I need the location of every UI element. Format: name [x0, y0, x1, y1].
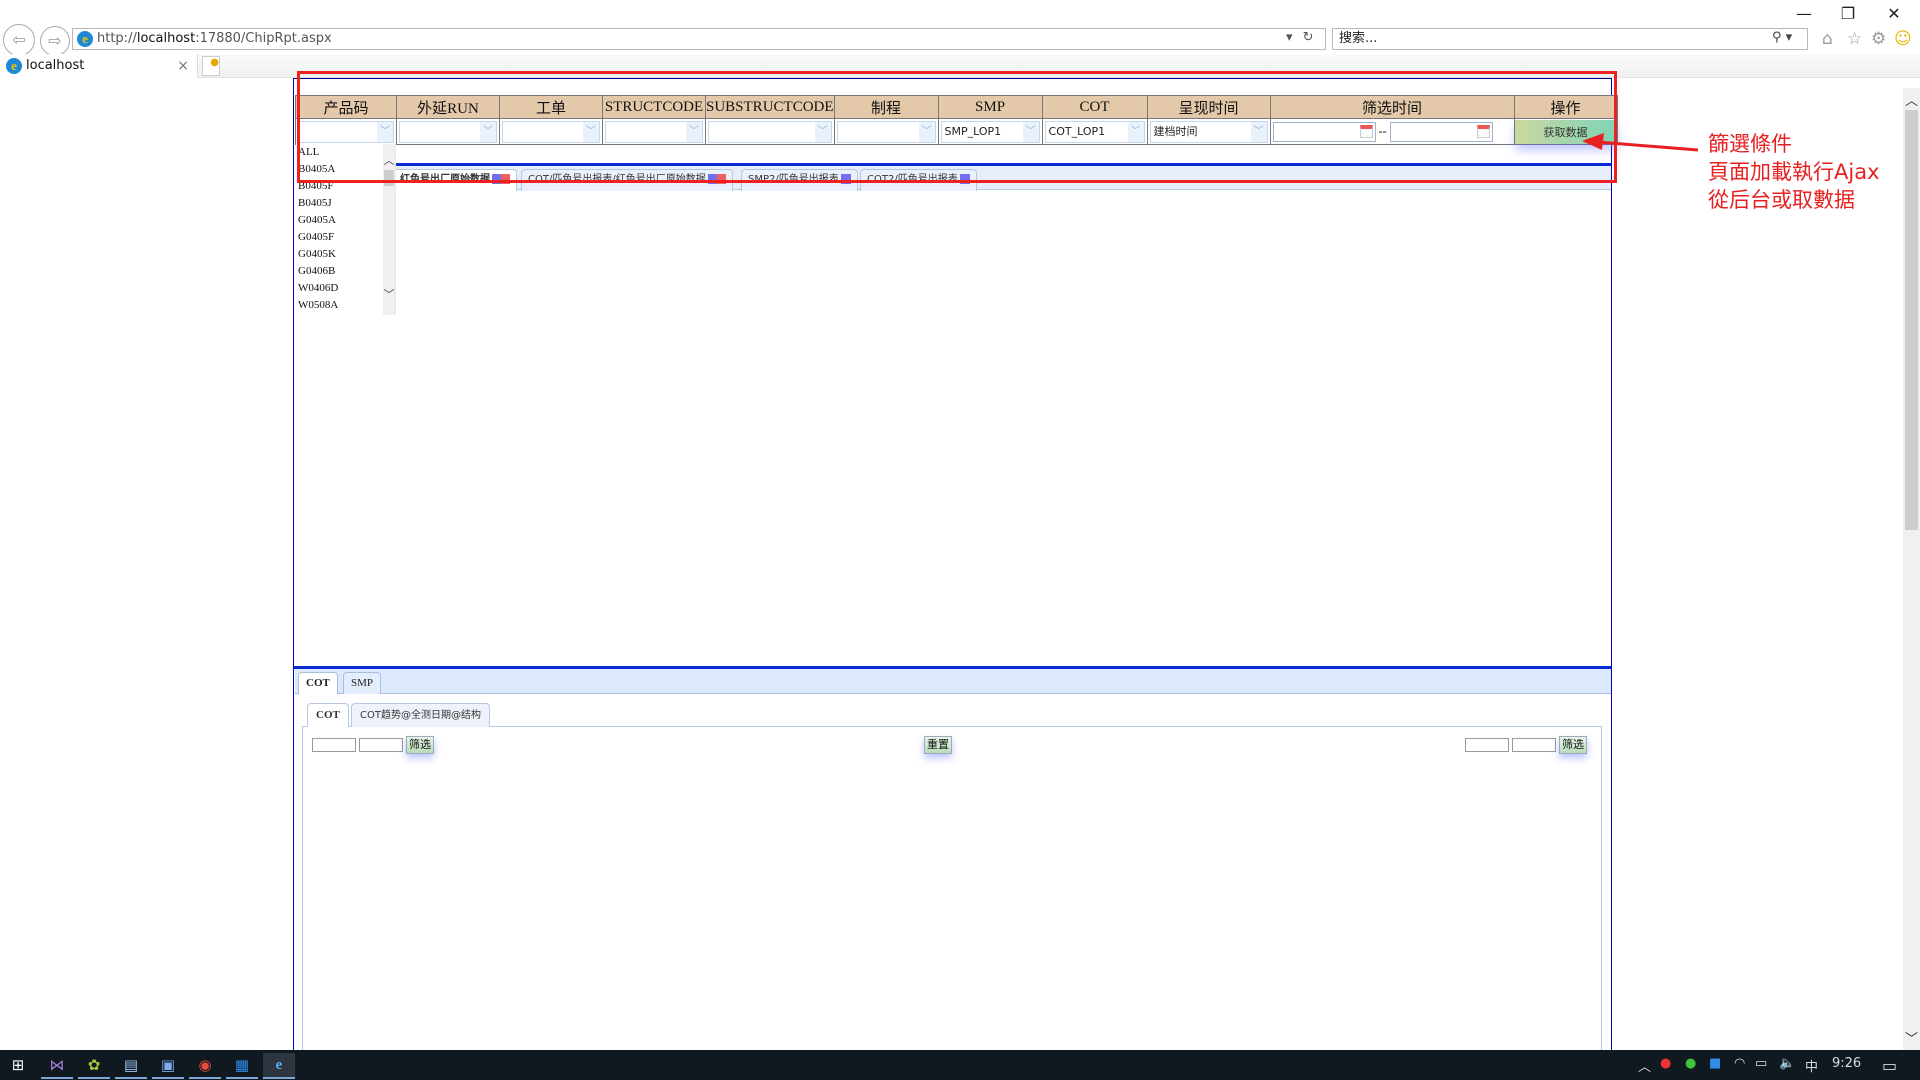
annotation-line: 從后台或取數据 — [1708, 188, 1855, 212]
feedback-smiley-icon[interactable]: ☺ — [1894, 29, 1912, 49]
annotation-line: 頁面加載執行Ajax — [1708, 160, 1880, 184]
forward-icon: ⇨ — [48, 31, 62, 50]
chrome-icon[interactable]: ◉ — [189, 1053, 221, 1077]
forward-button[interactable]: ⇨ — [40, 26, 70, 56]
remote-desktop-icon[interactable]: ▣ — [152, 1053, 184, 1077]
close-tab-icon[interactable]: × — [177, 54, 189, 78]
minimize-button[interactable]: — — [1786, 4, 1822, 23]
dropdown-option[interactable]: G0406B — [296, 263, 395, 280]
right-filter-max-input[interactable] — [1512, 738, 1556, 752]
search-placeholder: 搜索... — [1339, 31, 1378, 46]
back-button[interactable]: ⇦ — [3, 24, 35, 56]
search-box[interactable]: 搜索... — [1332, 28, 1808, 50]
annotation-arrow-icon — [1582, 133, 1699, 152]
back-icon: ⇦ — [12, 30, 26, 49]
page-scrollbar[interactable]: ︿ ﹀ — [1903, 88, 1920, 1050]
scroll-down-icon[interactable]: ﹀ — [383, 286, 395, 302]
wechat-icon[interactable]: ● — [1685, 1056, 1696, 1071]
annotation-text: 篩選條件 頁面加載執行Ajax 從后台或取數据 — [1708, 130, 1880, 214]
running-indicator — [189, 1077, 221, 1079]
close-window-button[interactable]: ✕ — [1876, 4, 1912, 23]
dropdown-option[interactable]: W0508A — [296, 297, 395, 314]
action-center-icon[interactable]: ▭ — [1882, 1056, 1897, 1075]
dropdown-option[interactable]: B0405J — [296, 195, 395, 212]
url-host: localhost — [136, 31, 196, 46]
url-path: :17880/ChipRpt.aspx — [195, 31, 332, 46]
bottom-tabs-bar — [295, 669, 1611, 694]
restore-button[interactable]: ❐ — [1830, 4, 1866, 23]
qq-icon[interactable]: ● — [1660, 1056, 1671, 1071]
dropdown-option[interactable]: G0405A — [296, 212, 395, 229]
show-hidden-icons-icon[interactable]: ︿ — [1638, 1056, 1651, 1075]
browser-tab[interactable]: e localhost × — [0, 54, 198, 78]
dropdown-option[interactable]: G0405K — [296, 246, 395, 263]
left-filter-min-input[interactable] — [312, 738, 356, 752]
scroll-down-icon[interactable]: ﹀ — [1903, 1028, 1920, 1047]
store-tray-icon[interactable]: ■ — [1709, 1056, 1721, 1071]
android-tool-icon[interactable]: ✿ — [78, 1053, 110, 1077]
ime-indicator[interactable]: 中 — [1805, 1056, 1818, 1075]
internet-explorer-icon[interactable]: e — [263, 1053, 295, 1077]
running-indicator — [226, 1077, 258, 1079]
address-dropdown-icon[interactable]: ▾ — [1286, 30, 1293, 45]
clock[interactable]: 9:26 — [1832, 1056, 1861, 1071]
left-filter-max-input[interactable] — [359, 738, 403, 752]
address-tools: ▾ ↻ — [1286, 30, 1314, 45]
running-indicator — [263, 1077, 295, 1079]
windows-start-icon[interactable]: ⊞ — [2, 1053, 34, 1077]
page-scroll-thumb[interactable] — [1905, 110, 1918, 530]
wifi-icon[interactable]: ◠ — [1734, 1056, 1745, 1071]
cot-panel — [302, 726, 1602, 1050]
favorites-star-icon[interactable]: ☆ — [1847, 29, 1862, 49]
reset-button[interactable]: 重置 — [924, 736, 952, 754]
left-filter-button[interactable]: 筛选 — [406, 736, 434, 754]
scroll-up-icon[interactable]: ︿ — [1903, 90, 1920, 109]
inner-tab-cot-trend[interactable]: COT趋势@全测日期@结构 — [351, 703, 490, 727]
running-indicator — [152, 1077, 184, 1079]
dropdown-option[interactable]: G0405F — [296, 229, 395, 246]
settings-gear-icon[interactable]: ⚙ — [1871, 29, 1886, 49]
running-indicator — [115, 1077, 147, 1079]
new-tab-button[interactable]: ● — [202, 56, 220, 76]
notepad-icon[interactable]: ▤ — [115, 1053, 147, 1077]
right-filter-button[interactable]: 筛选 — [1559, 736, 1587, 754]
home-icon[interactable]: ⌂ — [1822, 29, 1833, 49]
address-bar[interactable]: e http://localhost:17880/ChipRpt.aspx — [72, 28, 1326, 50]
running-indicator — [78, 1077, 110, 1079]
new-tab-icon: ● — [210, 57, 219, 68]
search-icon: ⚲ ▾ — [1772, 30, 1793, 45]
battery-icon[interactable]: ▭ — [1755, 1056, 1767, 1071]
running-indicator — [41, 1077, 73, 1079]
bottom-tab-smp[interactable]: SMP — [343, 672, 382, 694]
search-button[interactable]: ⚲ ▾ — [1772, 30, 1792, 45]
volume-icon[interactable]: 🔈 — [1779, 1056, 1795, 1071]
ie-tab-icon: e — [6, 58, 22, 74]
right-filter-min-input[interactable] — [1465, 738, 1509, 752]
dropdown-option[interactable]: W0406D — [296, 280, 395, 297]
bottom-tab-cot[interactable]: COT — [298, 672, 338, 694]
url-prefix: http:// — [97, 31, 137, 46]
annotation-line: 篩選條件 — [1708, 132, 1792, 156]
visual-studio-icon[interactable]: ⋈ — [41, 1053, 73, 1077]
annotation-highlight-box — [297, 71, 1617, 183]
store-icon[interactable]: ▦ — [226, 1053, 258, 1077]
refresh-icon[interactable]: ↻ — [1303, 30, 1314, 45]
inner-tab-cot[interactable]: COT — [307, 703, 349, 727]
ie-page-icon: e — [77, 31, 93, 47]
tab-title: localhost — [26, 58, 85, 73]
